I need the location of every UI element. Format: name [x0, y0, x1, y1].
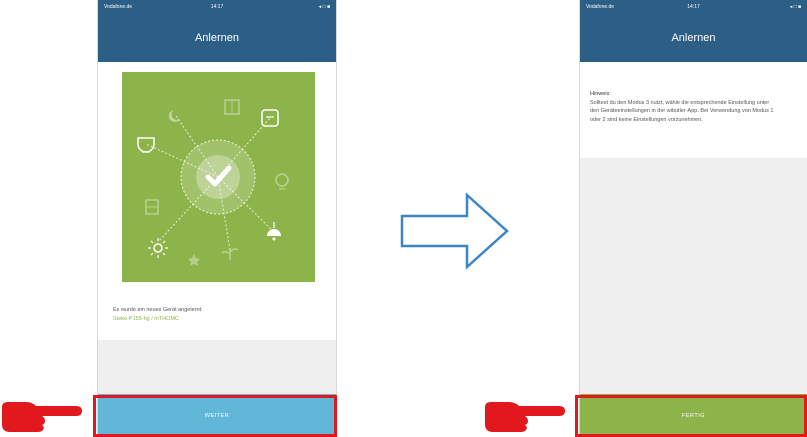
blinds-icon [145, 199, 159, 215]
window-icon [224, 99, 240, 115]
star-icon [188, 254, 200, 266]
status-time: 14:17 [687, 4, 700, 10]
carrier-label: Vodafone.de [586, 4, 615, 10]
status-bar: Vodafone.de 14:17 ◂ □ ■ [580, 0, 807, 14]
hint-text: Solltest du den Modus 3 nutzt, wähle die… [590, 99, 774, 123]
moon-icon [168, 110, 180, 122]
thermostat-icon [261, 109, 279, 127]
status-time: 14:17 [210, 4, 224, 10]
bulb-icon [275, 173, 289, 190]
weiter-highlight-frame [93, 395, 337, 437]
pendant-lamp-icon [267, 222, 281, 241]
page-title: Anlernen [671, 32, 716, 44]
status-icons: ◂ □ ■ [789, 4, 802, 10]
success-card: Es wurde ein neues Gerät angelernt: Stek… [98, 62, 336, 340]
hint-title: Hinweis: [590, 91, 611, 97]
status-bar: Vodafone.de 14:17 ◂ □ ■ [98, 0, 336, 14]
pointing-hand-icon [485, 402, 565, 432]
nav-bar: Anlernen [98, 14, 336, 62]
device-name: Steko-P155-hg / mTHOMC [113, 316, 180, 322]
plant-icon [221, 248, 239, 260]
content-area: Hinweis: Solltest du den Modus 3 nutzt, … [580, 62, 807, 394]
message-text: Es wurde ein neues Gerät angelernt: [113, 307, 203, 313]
result-message: Es wurde ein neues Gerät angelernt: Stek… [113, 306, 203, 324]
right-arrow-icon [400, 192, 509, 270]
hint-card: Hinweis: Solltest du den Modus 3 nutzt, … [580, 62, 807, 158]
pointing-hand-icon [2, 402, 82, 432]
hint-block: Hinweis: Solltest du den Modus 3 nutzt, … [590, 90, 775, 124]
page-title: Anlernen [194, 32, 240, 44]
nav-bar: Anlernen [580, 14, 807, 62]
status-icons: ◂ □ ■ [318, 4, 330, 10]
phone-screen-left: Vodafone.de 14:17 ◂ □ ■ Anlernen Es wurd… [97, 0, 337, 437]
sun-icon [148, 238, 168, 258]
ceiling-lamp-icon [137, 137, 155, 153]
fertig-highlight-frame [575, 395, 807, 437]
phone-screen-right: Vodafone.de 14:17 ◂ □ ■ Anlernen Hinweis… [579, 0, 807, 437]
content-area: Es wurde ein neues Gerät angelernt: Stek… [98, 62, 336, 394]
carrier-label: Vodafone.de [104, 4, 133, 10]
pairing-illustration [122, 72, 315, 282]
